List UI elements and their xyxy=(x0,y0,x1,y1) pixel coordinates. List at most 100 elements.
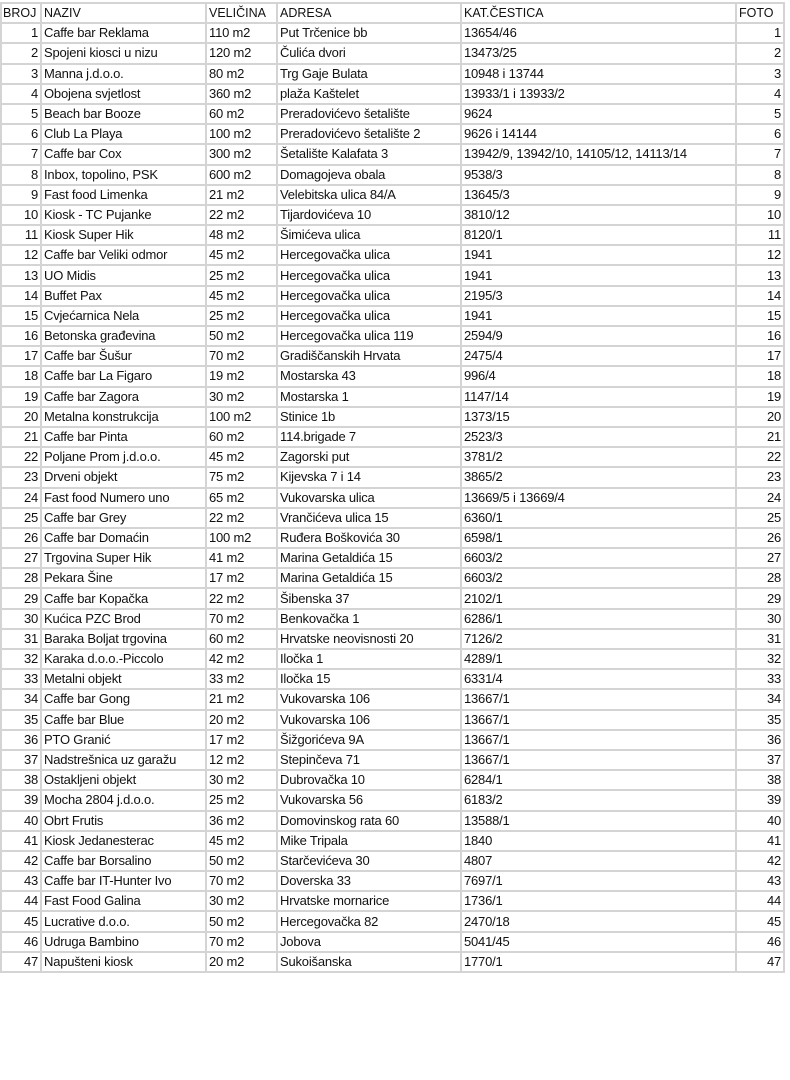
table-row: 2 Spojeni kiosci u nizu 120 m2 Čulića dvori… xyxy=(0,42,785,65)
table-row: 17 Caffe bar Šušur 70 m2 Gradiščanskih Hrva… xyxy=(0,345,785,368)
table-row: 31 Baraka Boljat trgovina 60 m2 Hrvatske ne… xyxy=(0,627,785,651)
foto-cell: 33 xyxy=(735,668,785,691)
velicina-cell: 600 m2 xyxy=(205,163,278,186)
kat-cestica-cell: 9626 i 14144 xyxy=(460,123,737,146)
naziv-cell: Buffet Pax xyxy=(40,284,207,307)
naziv-cell: Obrt Frutis xyxy=(40,809,207,832)
table-row: 23 Drveni objekt 75 m2 Kijevska 7 i 14 3865/… xyxy=(0,466,785,489)
foto-cell: 12 xyxy=(735,244,785,267)
velicina-cell: 45 m2 xyxy=(205,244,278,267)
broj-cell: 43 xyxy=(0,870,42,893)
foto-cell: 36 xyxy=(735,728,785,751)
velicina-cell: 120 m2 xyxy=(205,42,278,65)
naziv-cell: Drveni objekt xyxy=(40,466,207,489)
adresa-cell: Mostarska 43 xyxy=(276,365,462,388)
adresa-cell: Vukovarska ulica xyxy=(276,486,462,509)
velicina-cell: 70 m2 xyxy=(205,930,278,953)
velicina-cell: 60 m2 xyxy=(205,627,278,651)
naziv-cell: Cvjećarnica Nela xyxy=(40,304,207,328)
kat-cestica-cell: 13942/9, 13942/10, 14105/12, 14113/14 xyxy=(460,143,737,166)
naziv-cell: Pekara Šine xyxy=(40,567,207,590)
broj-cell: 33 xyxy=(0,668,42,691)
kat-cestica-cell: 2594/9 xyxy=(460,324,737,348)
adresa-cell: Benkovačka 1 xyxy=(276,607,462,630)
foto-cell: 15 xyxy=(735,304,785,328)
table-row: 11 Kiosk Super Hik 48 m2 Šimićeva ulica 8120… xyxy=(0,224,785,247)
foto-cell: 30 xyxy=(735,607,785,630)
naziv-cell: Udruga Bambino xyxy=(40,930,207,953)
table-row: 7 Caffe bar Cox 300 m2 Šetalište Kalafata 3… xyxy=(0,143,785,166)
table-row: 20 Metalna konstrukcija 100 m2 Stinice 1b 13… xyxy=(0,405,785,428)
broj-cell: 19 xyxy=(0,385,42,408)
adresa-cell: Hercegovačka ulica xyxy=(276,244,462,267)
foto-cell: 7 xyxy=(735,143,785,166)
table-row: 1 Caffe bar Reklama 110 m2 Put Trčenice bb 1… xyxy=(0,22,785,45)
adresa-cell: Hrvatske neovisnosti 20 xyxy=(276,627,462,651)
foto-cell: 16 xyxy=(735,324,785,348)
kat-cestica-cell: 1941 xyxy=(460,304,737,328)
velicina-cell: 45 m2 xyxy=(205,829,278,852)
header-adresa: ADRESA xyxy=(276,1,462,25)
adresa-cell: Domovinskog rata 60 xyxy=(276,809,462,832)
velicina-cell: 19 m2 xyxy=(205,365,278,388)
velicina-cell: 60 m2 xyxy=(205,425,278,449)
kat-cestica-cell: 4807 xyxy=(460,849,737,873)
table-row: 26 Caffe bar Domaćin 100 m2 Ruđera Bošković… xyxy=(0,526,785,550)
table-row: 35 Caffe bar Blue 20 m2 Vukovarska 106 13667… xyxy=(0,708,785,731)
velicina-cell: 30 m2 xyxy=(205,769,278,792)
broj-cell: 41 xyxy=(0,829,42,852)
naziv-cell: Obojena svjetlost xyxy=(40,82,207,105)
naziv-cell: Mocha 2804 j.d.o.o. xyxy=(40,789,207,812)
naziv-cell: Fast food Limenka xyxy=(40,183,207,206)
broj-cell: 25 xyxy=(0,506,42,529)
kat-cestica-cell: 13654/46 xyxy=(460,22,737,45)
kat-cestica-cell: 1941 xyxy=(460,244,737,267)
naziv-cell: Kiosk Super Hik xyxy=(40,224,207,247)
naziv-cell: Inbox, topolino, PSK xyxy=(40,163,207,186)
velicina-cell: 50 m2 xyxy=(205,324,278,348)
naziv-cell: Caffe bar Veliki odmor xyxy=(40,244,207,267)
velicina-cell: 110 m2 xyxy=(205,22,278,45)
table-row: 5 Beach bar Booze 60 m2 Preradovićevo šetal… xyxy=(0,102,785,126)
adresa-cell: 114.brigade 7 xyxy=(276,425,462,449)
adresa-cell: Mostarska 1 xyxy=(276,385,462,408)
velicina-cell: 36 m2 xyxy=(205,809,278,832)
velicina-cell: 70 m2 xyxy=(205,345,278,368)
broj-cell: 30 xyxy=(0,607,42,630)
broj-cell: 40 xyxy=(0,809,42,832)
kat-cestica-cell: 8120/1 xyxy=(460,224,737,247)
velicina-cell: 33 m2 xyxy=(205,668,278,691)
naziv-cell: Caffe bar Grey xyxy=(40,506,207,529)
foto-cell: 41 xyxy=(735,829,785,852)
foto-cell: 32 xyxy=(735,647,785,671)
adresa-cell: Mike Tripala xyxy=(276,829,462,852)
broj-cell: 12 xyxy=(0,244,42,267)
foto-cell: 40 xyxy=(735,809,785,832)
foto-cell: 18 xyxy=(735,365,785,388)
adresa-cell: Put Trčenice bb xyxy=(276,22,462,45)
broj-cell: 44 xyxy=(0,890,42,913)
foto-cell: 10 xyxy=(735,203,785,227)
header-velicina: VELIČINA xyxy=(205,1,278,25)
adresa-cell: Stinice 1b xyxy=(276,405,462,428)
naziv-cell: Caffe bar Reklama xyxy=(40,22,207,45)
kat-cestica-cell: 7697/1 xyxy=(460,870,737,893)
table-row: 22 Poljane Prom j.d.o.o. 45 m2 Zagorski put… xyxy=(0,446,785,469)
velicina-cell: 75 m2 xyxy=(205,466,278,489)
adresa-cell: Preradovićevo šetalište xyxy=(276,102,462,126)
adresa-cell: Čulića dvori xyxy=(276,42,462,65)
broj-cell: 42 xyxy=(0,849,42,873)
adresa-cell: Jobova xyxy=(276,930,462,953)
kat-cestica-cell: 1373/15 xyxy=(460,405,737,428)
velicina-cell: 17 m2 xyxy=(205,728,278,751)
foto-cell: 20 xyxy=(735,405,785,428)
velicina-cell: 70 m2 xyxy=(205,870,278,893)
header-row: BROJ NAZIV VELIČINA ADRESA KAT.ČESTICA F… xyxy=(0,1,785,25)
kat-cestica-cell: 13667/1 xyxy=(460,748,737,772)
adresa-cell: Tijardovićeva 10 xyxy=(276,203,462,227)
broj-cell: 8 xyxy=(0,163,42,186)
table-row: 4 Obojena svjetlost 360 m2 plaža Kaštelet 13… xyxy=(0,82,785,105)
adresa-cell: Vukovarska 56 xyxy=(276,789,462,812)
broj-cell: 45 xyxy=(0,910,42,933)
adresa-cell: Stepinčeva 71 xyxy=(276,748,462,772)
